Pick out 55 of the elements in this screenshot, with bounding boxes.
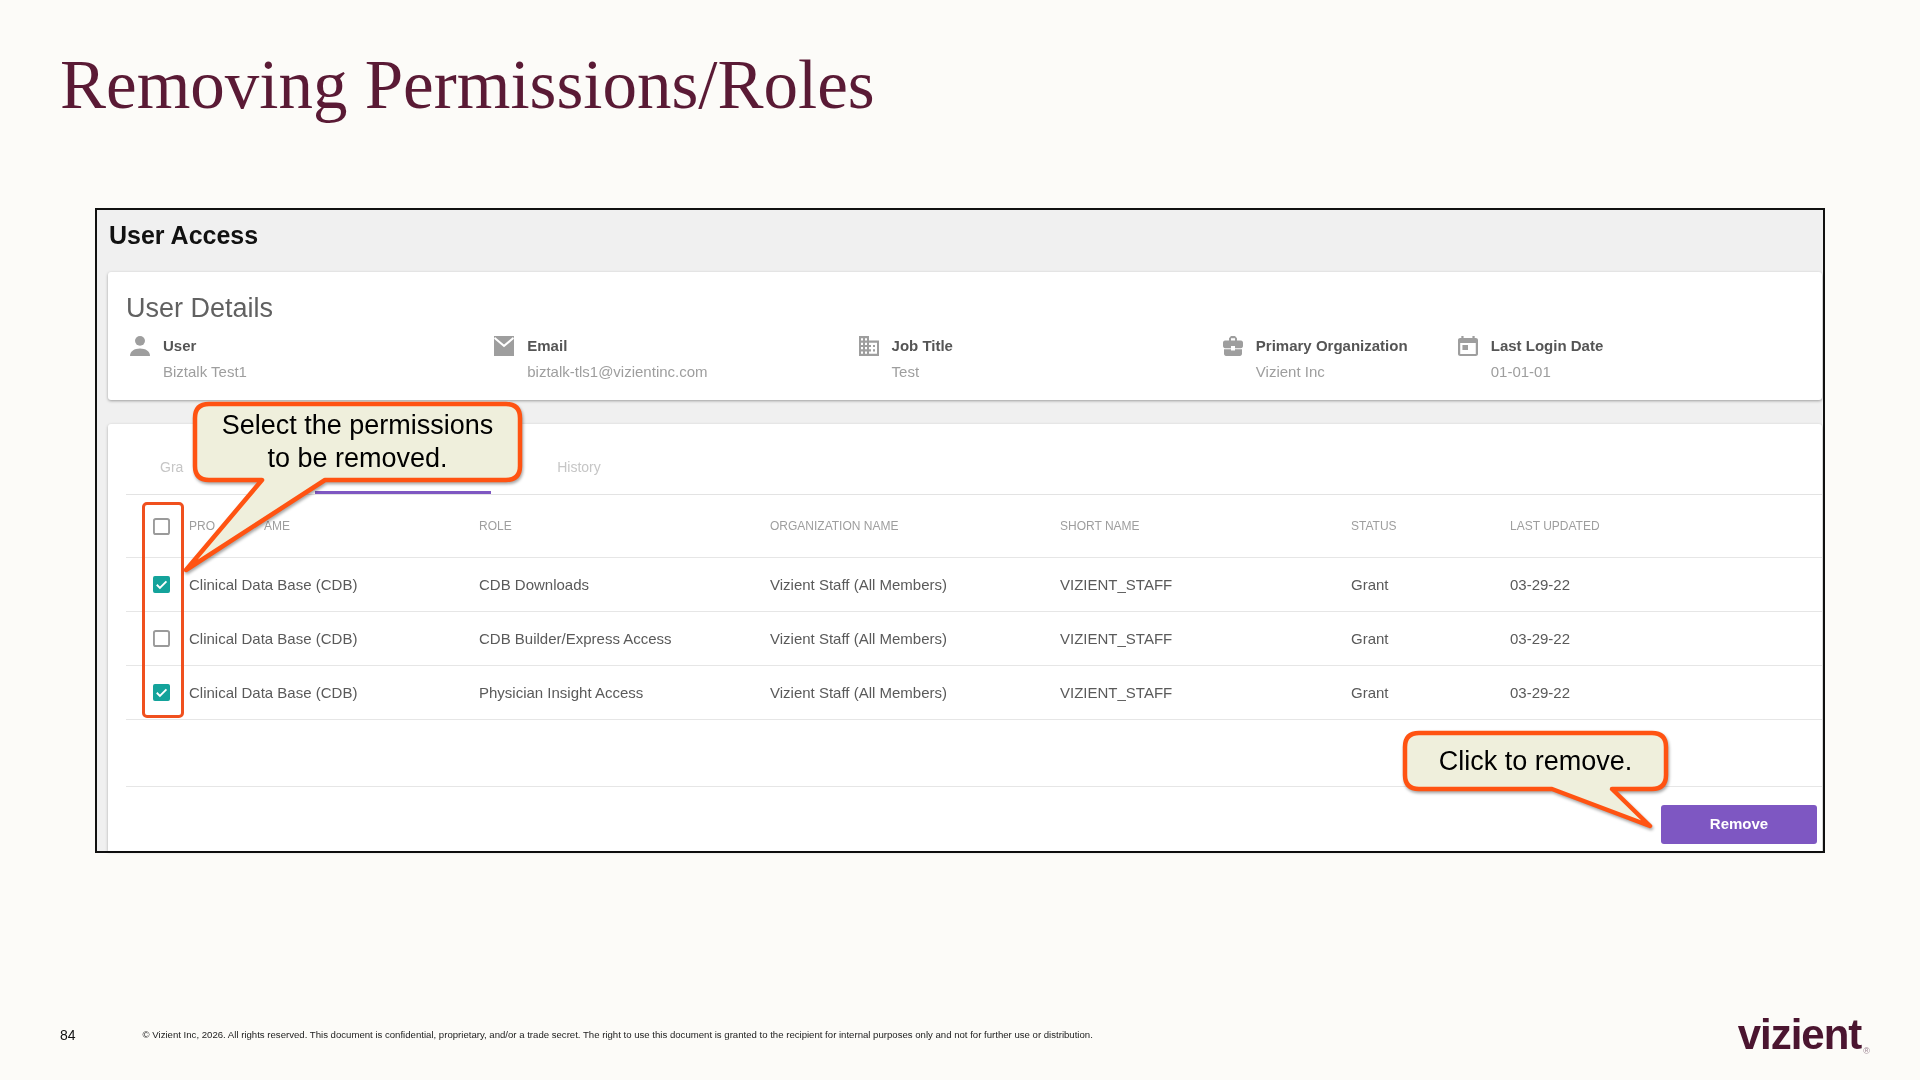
table-cell: CDB Downloads <box>479 575 590 593</box>
table-cell: Vizient Staff (All Members) <box>770 575 947 593</box>
field-value: Test <box>891 362 921 382</box>
calendar-icon <box>1457 336 1478 356</box>
table-cell: Grant <box>1351 629 1389 647</box>
tab[interactable]: Gra <box>160 424 184 494</box>
table-cell: 03-29-22 <box>1510 629 1571 647</box>
page-number: 84 <box>60 1025 76 1045</box>
table-cell: 03-29-22 <box>1510 575 1571 593</box>
copyright-notice: © Vizient Inc, 2026. All rights reserved. This document is confidential, proprietary, and/or a trade secret. The right to use this document is granted to the recipient for internal purposes only and not for further use or distribution. <box>142 1027 1093 1042</box>
table-cell: Vizient Staff (All Members) <box>770 629 947 647</box>
table-cell: Physician Insight Access <box>479 683 644 701</box>
column-header: AME <box>264 518 291 535</box>
table-cell: 03-29-22 <box>1510 683 1571 701</box>
column-header: LAST UPDATED <box>1510 518 1600 535</box>
column-header: STATUS <box>1351 518 1397 535</box>
remove-button[interactable]: Remove <box>1661 805 1817 844</box>
field-label: Job Title <box>891 336 953 356</box>
field-label: Last Login Date <box>1490 336 1604 356</box>
table-cell: VIZIENT_STAFF <box>1060 575 1173 593</box>
table-cell: Grant <box>1351 575 1389 593</box>
building-icon <box>858 336 879 356</box>
table-cell: Vizient Staff (All Members) <box>770 683 947 701</box>
column-header: PRO <box>189 518 215 535</box>
table-cell: VIZIENT_STAFF <box>1060 629 1173 647</box>
field-value: Vizient Inc <box>1255 362 1326 382</box>
registered-mark: ® <box>1863 1047 1870 1056</box>
checkbox[interactable] <box>153 630 170 647</box>
logo-wordmark: vizient <box>1737 1014 1862 1056</box>
section-title: User Details <box>126 292 274 324</box>
checkbox[interactable] <box>153 576 170 593</box>
person-icon <box>130 336 150 356</box>
column-header: SHORT NAME <box>1060 518 1140 535</box>
field-label: Email <box>527 336 569 356</box>
table-cell: Grant <box>1351 683 1389 701</box>
field-value: Biztalk Test1 <box>163 362 247 382</box>
table-cell: Clinical Data Base (CDB) <box>189 575 358 593</box>
tooltip-text: Click to remove. <box>1438 744 1633 778</box>
column-header: ORGANIZATION NAME <box>770 518 899 535</box>
field-label: Primary Organization <box>1255 336 1408 356</box>
checkbox[interactable] <box>153 684 170 701</box>
briefcase-icon <box>1222 336 1243 356</box>
table-cell: Clinical Data Base (CDB) <box>189 683 358 701</box>
table-cell: CDB Builder/Express Access <box>479 629 672 647</box>
field-value: biztalk-tls1@vizientinc.com <box>527 362 708 382</box>
window-title: User Access <box>109 221 259 249</box>
column-header: ROLE <box>479 518 512 535</box>
field-value: 01-01-01 <box>1490 362 1552 382</box>
table-cell: Clinical Data Base (CDB) <box>189 629 358 647</box>
envelope-icon <box>494 336 515 356</box>
field-label: User <box>163 336 198 356</box>
tooltip-text: Select the permissions to be removed. <box>221 409 494 475</box>
table-cell: VIZIENT_STAFF <box>1060 683 1173 701</box>
checkbox[interactable] <box>153 517 170 535</box>
tab[interactable]: History <box>557 424 601 494</box>
